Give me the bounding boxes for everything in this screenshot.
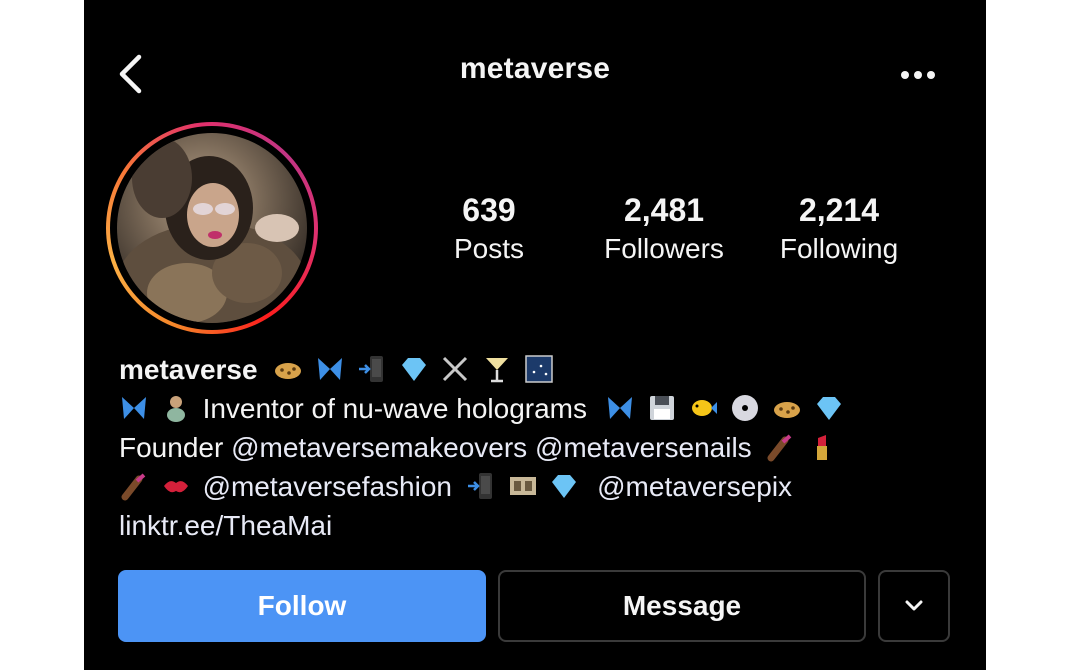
followers-label: Followers: [604, 233, 724, 264]
mention-makeovers[interactable]: @metaversemakeovers: [231, 432, 527, 463]
tropical-fish-icon: [692, 400, 718, 416]
more-horizontal-icon: [901, 71, 935, 79]
stat-following[interactable]: 2,214 Following: [764, 192, 914, 266]
story-ring[interactable]: [106, 122, 318, 334]
gem-icon: [401, 358, 426, 381]
bio-link-line: linktr.ee/TheaMai: [119, 506, 969, 545]
avatar: [117, 133, 307, 323]
stat-posts[interactable]: 639 Posts: [439, 192, 539, 266]
bio-name-line: metaverse: [119, 350, 969, 389]
dvd-icon: [732, 395, 759, 421]
message-button[interactable]: Message: [498, 570, 866, 642]
posts-label: Posts: [453, 233, 525, 264]
bio-line-1: Inventor of nu-wave holograms: [119, 389, 969, 428]
butterfly-icon: [607, 397, 632, 419]
floppy-disk-icon: [649, 396, 674, 420]
phone-arrow-icon: [358, 356, 383, 382]
follow-button[interactable]: Follow: [118, 570, 486, 642]
name-emojis: [273, 354, 558, 385]
crossed-swords-icon: [443, 356, 468, 382]
following-label: Following: [779, 233, 899, 264]
profile-screen: metaverse 639 Posts 2,481 Followers 2,21…: [84, 0, 986, 670]
butterfly-icon: [318, 358, 343, 380]
avatar-photo: [117, 138, 307, 323]
bio-line-1-text: Inventor of nu-wave holograms: [202, 393, 587, 424]
display-name: metaverse: [119, 354, 258, 385]
following-count: 2,214: [798, 192, 880, 228]
profile-stats: 639 Posts 2,481 Followers 2,214 Followin…: [439, 192, 919, 282]
phone-arrow-icon: [467, 473, 492, 499]
bio-link[interactable]: linktr.ee/TheaMai: [119, 510, 332, 541]
bio-line-2: Founder @metaversemakeovers @metaversena…: [119, 428, 969, 467]
bio-line-3: @metaversefashion @metaversepix: [119, 467, 969, 506]
leopard-icon: [773, 402, 800, 418]
cocktail-icon: [486, 358, 509, 383]
more-options-button[interactable]: [898, 58, 938, 92]
film-frames-icon: [509, 477, 536, 495]
mention-pix[interactable]: @metaversepix: [597, 471, 792, 502]
genie-icon: [166, 396, 185, 422]
leopard-icon: [275, 363, 302, 379]
chevron-down-icon: [905, 600, 923, 611]
bio-line-2-prefix: Founder: [119, 432, 224, 463]
page-title: metaverse: [459, 52, 611, 85]
followers-count: 2,481: [623, 192, 705, 228]
mention-fashion[interactable]: @metaversefashion: [203, 471, 452, 502]
kiss-mark-icon: [163, 481, 188, 493]
nail-polish-icon: [767, 434, 792, 462]
stat-followers[interactable]: 2,481 Followers: [589, 192, 739, 266]
gem-icon: [552, 475, 577, 498]
suggested-accounts-button[interactable]: [878, 570, 950, 642]
nail-polish-icon: [121, 473, 146, 501]
gem-icon: [816, 397, 841, 420]
profile-bio: metaverse Inventor of nu-wave holograms: [119, 350, 969, 545]
butterfly-icon: [122, 397, 146, 419]
lipstick-icon: [817, 435, 828, 460]
night-sky-icon: [525, 355, 553, 383]
posts-count: 639: [462, 192, 516, 228]
mention-nails[interactable]: @metaversenails: [535, 432, 752, 463]
